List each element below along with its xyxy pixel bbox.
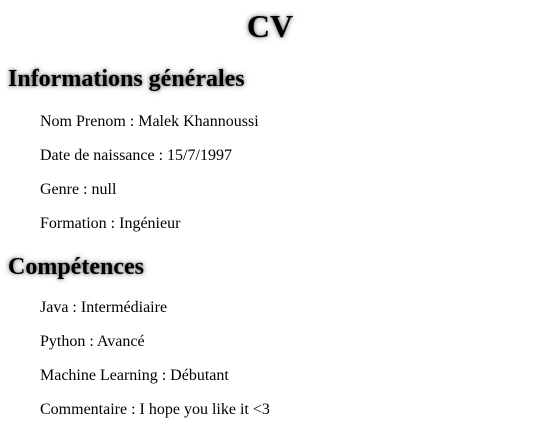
skill-python: Python : Avancé <box>40 333 145 350</box>
section-heading-general-info: Informations générales <box>8 66 245 92</box>
page-title: CV <box>246 8 294 44</box>
general-info-list: Nom Prenom : Malek Khannoussi Date de na… <box>40 112 259 248</box>
skill-machine-learning: Machine Learning : Débutant <box>40 367 229 384</box>
skills-list: Java : Intermédiaire Python : Avancé Mac… <box>40 298 270 434</box>
general-info-gender: Genre : null <box>40 181 117 198</box>
general-info-education: Formation : Ingénieur <box>40 215 181 232</box>
skill-comment: Commentaire : I hope you like it <3 <box>40 401 270 418</box>
skill-java: Java : Intermédiaire <box>40 299 168 316</box>
general-info-name: Nom Prenom : Malek Khannoussi <box>40 113 259 130</box>
general-info-birthdate: Date de naissance : 15/7/1997 <box>40 147 232 164</box>
section-heading-skills: Compétences <box>8 254 144 280</box>
